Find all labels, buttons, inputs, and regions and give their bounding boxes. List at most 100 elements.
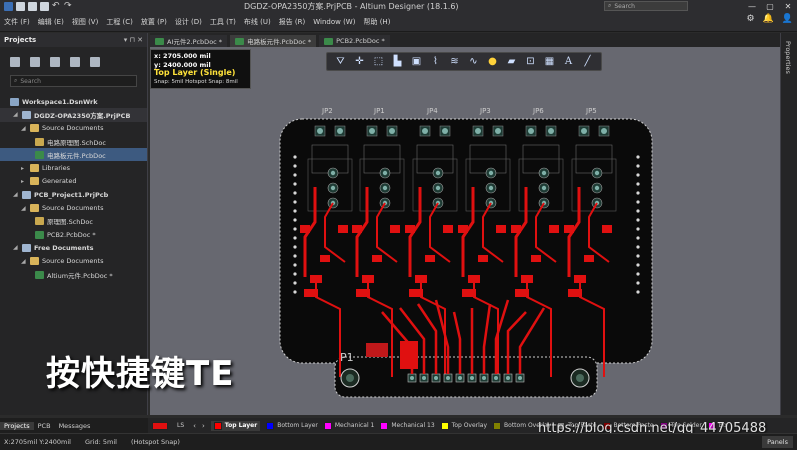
tab-document[interactable]: PCB2.PcbDoc *: [319, 35, 390, 47]
tree-item-pcbdoc[interactable]: Altium元件.PcbDoc *: [0, 268, 147, 281]
save-icon[interactable]: [16, 1, 25, 11]
menu-view[interactable]: 视图 (V): [68, 17, 102, 27]
tree-item-workspace[interactable]: Workspace1.DsnWrk: [0, 95, 147, 108]
save-project-icon[interactable]: [10, 57, 20, 67]
chart-icon[interactable]: ▙: [391, 55, 404, 68]
filter-icon[interactable]: ⛛: [334, 55, 347, 68]
caret-down-icon[interactable]: ◢: [21, 258, 27, 265]
user-icon[interactable]: 👤: [782, 14, 793, 24]
folder-icon[interactable]: [70, 57, 80, 67]
bell-icon[interactable]: 🔔: [763, 14, 774, 24]
panel-controls[interactable]: ▾ ⊓ ✕: [124, 36, 143, 44]
layer-tab-top-overlay[interactable]: Top Overlay: [440, 421, 487, 430]
tree-item-schdoc[interactable]: 原理图.SchDoc: [0, 215, 147, 228]
tree-item-label: DGDZ-OPA2350方案.PrjPCB: [34, 111, 131, 120]
caret-down-icon[interactable]: ◢: [13, 191, 19, 198]
smd-pad: [304, 289, 318, 297]
tab-messages[interactable]: Messages: [55, 422, 95, 430]
jumper-pad-hole: [581, 128, 587, 134]
caret-right-icon[interactable]: ▸: [21, 178, 27, 185]
open-document-icon[interactable]: [30, 57, 40, 67]
tab-document-active[interactable]: 电路板元件.PcbDoc *: [230, 35, 317, 47]
caret-right-icon[interactable]: ▸: [21, 165, 27, 172]
pad-icon[interactable]: ●: [486, 55, 499, 68]
smd-pad: [425, 255, 435, 262]
undo-icon[interactable]: ↶: [52, 1, 61, 11]
caret-down-icon[interactable]: ◢: [13, 111, 19, 118]
menu-route[interactable]: 布线 (U): [240, 17, 275, 27]
global-search[interactable]: ⌕ Search: [604, 1, 688, 11]
tab-document[interactable]: AI元件2.PcbDoc *: [150, 35, 228, 47]
tab-pcb[interactable]: PCB: [34, 422, 55, 430]
pad-hole: [541, 170, 547, 176]
properties-tab[interactable]: Properties: [784, 41, 792, 74]
tree-item-generated[interactable]: ▸ Generated: [0, 175, 147, 188]
menu-reports[interactable]: 报告 (R): [275, 17, 310, 27]
menu-project[interactable]: 工程 (C): [102, 17, 137, 27]
caret-down-icon[interactable]: ◢: [21, 125, 27, 132]
tree-item-project-pcb1[interactable]: ◢ PCB_Project1.PrjPcb: [0, 188, 147, 201]
minimize-button[interactable]: —: [743, 0, 761, 12]
maximize-button[interactable]: ▢: [761, 0, 779, 12]
tree-item-schdoc[interactable]: 电路原理图.SchDoc: [0, 135, 147, 148]
layer-tab-mechanical-1[interactable]: Mechanical 1: [323, 421, 374, 430]
via: [636, 263, 640, 267]
pcb-canvas[interactable]: JP2 JP1 JP4 JP3 JP6 JP5 P1 x: 2705.000 mil y:…: [150, 47, 780, 415]
tab-projects[interactable]: Projects: [0, 421, 34, 430]
gear-icon[interactable]: ⚙: [746, 14, 754, 24]
save-all-icon[interactable]: [28, 1, 37, 11]
select-icon[interactable]: ⬚: [372, 55, 385, 68]
add-project-icon[interactable]: [50, 57, 60, 67]
caret-down-icon[interactable]: ◢: [13, 244, 19, 251]
menu-window[interactable]: Window (W): [309, 18, 359, 26]
string-icon[interactable]: A: [562, 55, 575, 68]
smd-pad: [549, 225, 559, 233]
component-icon[interactable]: ▣: [410, 55, 423, 68]
tree-item-pcbdoc-selected[interactable]: 电路板元件.PcbDoc: [0, 148, 147, 162]
board-outline: [279, 118, 653, 364]
tree-item-source-documents[interactable]: ◢ Source Documents: [0, 122, 147, 135]
differential-route-icon[interactable]: ∿: [467, 55, 480, 68]
multi-route-icon[interactable]: ≋: [448, 55, 461, 68]
caret-down-icon[interactable]: ◢: [21, 205, 27, 212]
smd-pad: [496, 225, 506, 233]
tree-item-label: 电路板元件.PcbDoc: [47, 151, 106, 160]
via-icon[interactable]: ⊡: [524, 55, 537, 68]
panels-button[interactable]: Panels: [762, 436, 793, 448]
tree-item-source-documents[interactable]: ◢ Source Documents: [0, 201, 147, 214]
close-button[interactable]: ✕: [779, 0, 797, 12]
fill-icon[interactable]: ▦: [543, 55, 556, 68]
tree-item-free-documents[interactable]: ◢ Free Documents: [0, 241, 147, 254]
projects-search-input[interactable]: ⌕ Search: [10, 75, 137, 87]
tree-item-project-dgdz[interactable]: ◢ DGDZ-OPA2350方案.PrjPCB: [0, 108, 147, 122]
scroll-left-icon[interactable]: ‹: [193, 422, 196, 430]
layer-set-label[interactable]: LS: [174, 422, 187, 429]
layer-tab-top-layer[interactable]: Top Layer: [210, 420, 261, 431]
tree-item-libraries[interactable]: ▸ Libraries: [0, 161, 147, 174]
menu-help[interactable]: 帮助 (H): [359, 17, 394, 27]
move-icon[interactable]: ✛: [353, 55, 366, 68]
scroll-right-icon[interactable]: ›: [202, 422, 205, 430]
tree-item-source-documents[interactable]: ◢ Source Documents: [0, 255, 147, 268]
gear-icon[interactable]: [90, 57, 100, 67]
redo-icon[interactable]: ↷: [64, 1, 73, 11]
line-icon[interactable]: ╱: [581, 55, 594, 68]
interactive-route-icon[interactable]: ⌇: [429, 55, 442, 68]
menu-tools[interactable]: 工具 (T): [206, 17, 240, 27]
menu-file[interactable]: 文件 (F): [0, 17, 34, 27]
smd-pad: [300, 225, 310, 233]
tree-item-pcbdoc[interactable]: PCB2.PcbDoc *: [0, 228, 147, 241]
tab-label: AI元件2.PcbDoc *: [167, 38, 223, 46]
current-layer-swatch[interactable]: [152, 421, 168, 430]
menu-place[interactable]: 放置 (P): [137, 17, 171, 27]
polygon-icon[interactable]: ▰: [505, 55, 518, 68]
layer-tab-bottom-layer[interactable]: Bottom Layer: [266, 421, 318, 430]
via: [293, 236, 297, 240]
menu-design[interactable]: 设计 (D): [171, 17, 206, 27]
open-icon[interactable]: [40, 1, 49, 11]
menu-edit[interactable]: 编辑 (E): [34, 17, 68, 27]
smd-pad: [458, 225, 468, 233]
layer-tab-mechanical-13[interactable]: Mechanical 13: [380, 421, 435, 430]
pad-hole: [488, 170, 494, 176]
project-icon: [22, 243, 31, 252]
